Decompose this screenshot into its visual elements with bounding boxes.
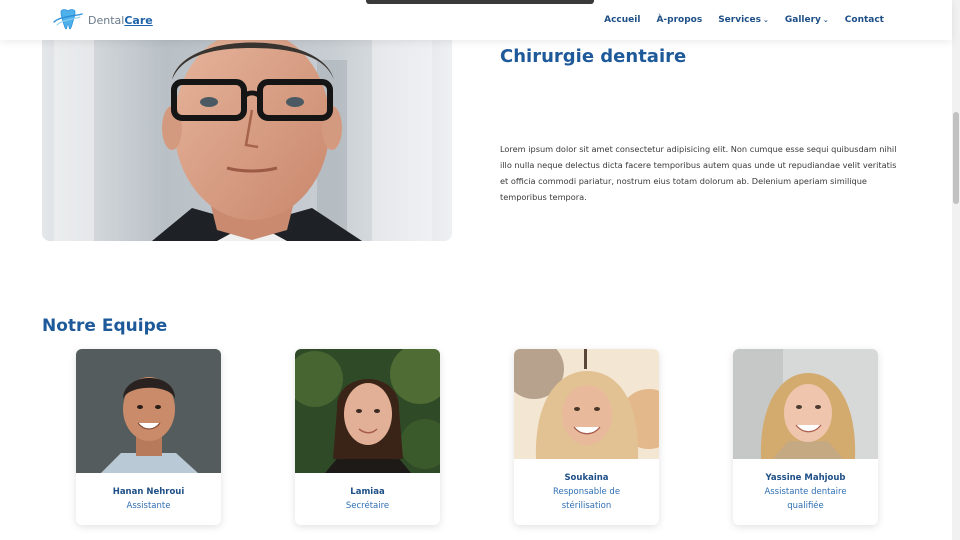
logo-text: DentalCare bbox=[88, 14, 153, 27]
nav-gallery[interactable]: Gallery ⌄ bbox=[785, 15, 829, 25]
team-member-role: Assistante dentaire qualifiée bbox=[764, 487, 847, 511]
doctor-portrait-image bbox=[42, 40, 452, 241]
nav-a-propos[interactable]: À-propos bbox=[656, 15, 702, 25]
chevron-down-icon: ⌄ bbox=[762, 16, 769, 24]
site-header: DentalCare Accueil À-propos Services ⌄ Ga… bbox=[0, 0, 952, 40]
team-member-photo bbox=[514, 349, 659, 459]
team-member-photo bbox=[733, 349, 878, 459]
nav-label: À-propos bbox=[656, 15, 703, 25]
team-member-name: Hanan Nehroui bbox=[112, 487, 185, 497]
nav-accueil[interactable]: Accueil bbox=[604, 15, 640, 25]
team-member-role: Responsable de stérilisation bbox=[552, 487, 621, 511]
team-card-info: Yassine Mahjoub Assistante dentaire qual… bbox=[733, 471, 878, 513]
scrollbar-thumb[interactable] bbox=[953, 112, 959, 204]
team-member-photo bbox=[295, 349, 440, 473]
team-section-title: Notre Equipe bbox=[42, 316, 168, 336]
team-card-info: Hanan Nehroui Assistante bbox=[76, 485, 221, 513]
team-member-role: Secrétaire bbox=[345, 501, 390, 511]
hero-photo bbox=[42, 40, 452, 241]
nav-label: Services bbox=[718, 15, 761, 25]
team-member-name: Lamiaa bbox=[350, 487, 385, 497]
team-card[interactable]: Hanan Nehroui Assistante bbox=[76, 349, 221, 525]
nav-services[interactable]: Services ⌄ bbox=[718, 15, 769, 25]
team-member-name: Soukaina bbox=[564, 473, 609, 483]
team-card-info: Soukaina Responsable de stérilisation bbox=[514, 471, 659, 513]
hero-description: Lorem ipsum dolor sit amet consectetur a… bbox=[500, 144, 897, 202]
main-nav: Accueil À-propos Services ⌄ Gallery ⌄ Cont… bbox=[588, 0, 884, 40]
nav-contact[interactable]: Contact bbox=[845, 15, 884, 25]
logo-brand-plain: Dental bbox=[88, 13, 125, 27]
team-member-name: Yassine Mahjoub bbox=[765, 473, 846, 483]
nav-label: Contact bbox=[844, 15, 884, 25]
logo-brand-bold: Care bbox=[124, 13, 153, 27]
browser-overlay-strip bbox=[366, 0, 594, 4]
team-card[interactable]: Soukaina Responsable de stérilisation bbox=[514, 349, 659, 525]
chevron-down-icon: ⌄ bbox=[822, 16, 829, 24]
team-member-photo bbox=[76, 349, 221, 473]
nav-label: Accueil bbox=[604, 15, 641, 25]
logo[interactable]: DentalCare bbox=[52, 8, 153, 32]
hero-title: Chirurgie dentaire bbox=[500, 46, 687, 67]
team-card[interactable]: Yassine Mahjoub Assistante dentaire qual… bbox=[733, 349, 878, 525]
team-member-role: Assistante bbox=[126, 501, 171, 511]
tooth-logo-icon bbox=[53, 9, 83, 30]
nav-label: Gallery bbox=[784, 15, 821, 25]
team-card[interactable]: Lamiaa Secrétaire bbox=[295, 349, 440, 525]
team-card-info: Lamiaa Secrétaire bbox=[295, 485, 440, 513]
page-scrollbar[interactable] bbox=[952, 0, 960, 540]
